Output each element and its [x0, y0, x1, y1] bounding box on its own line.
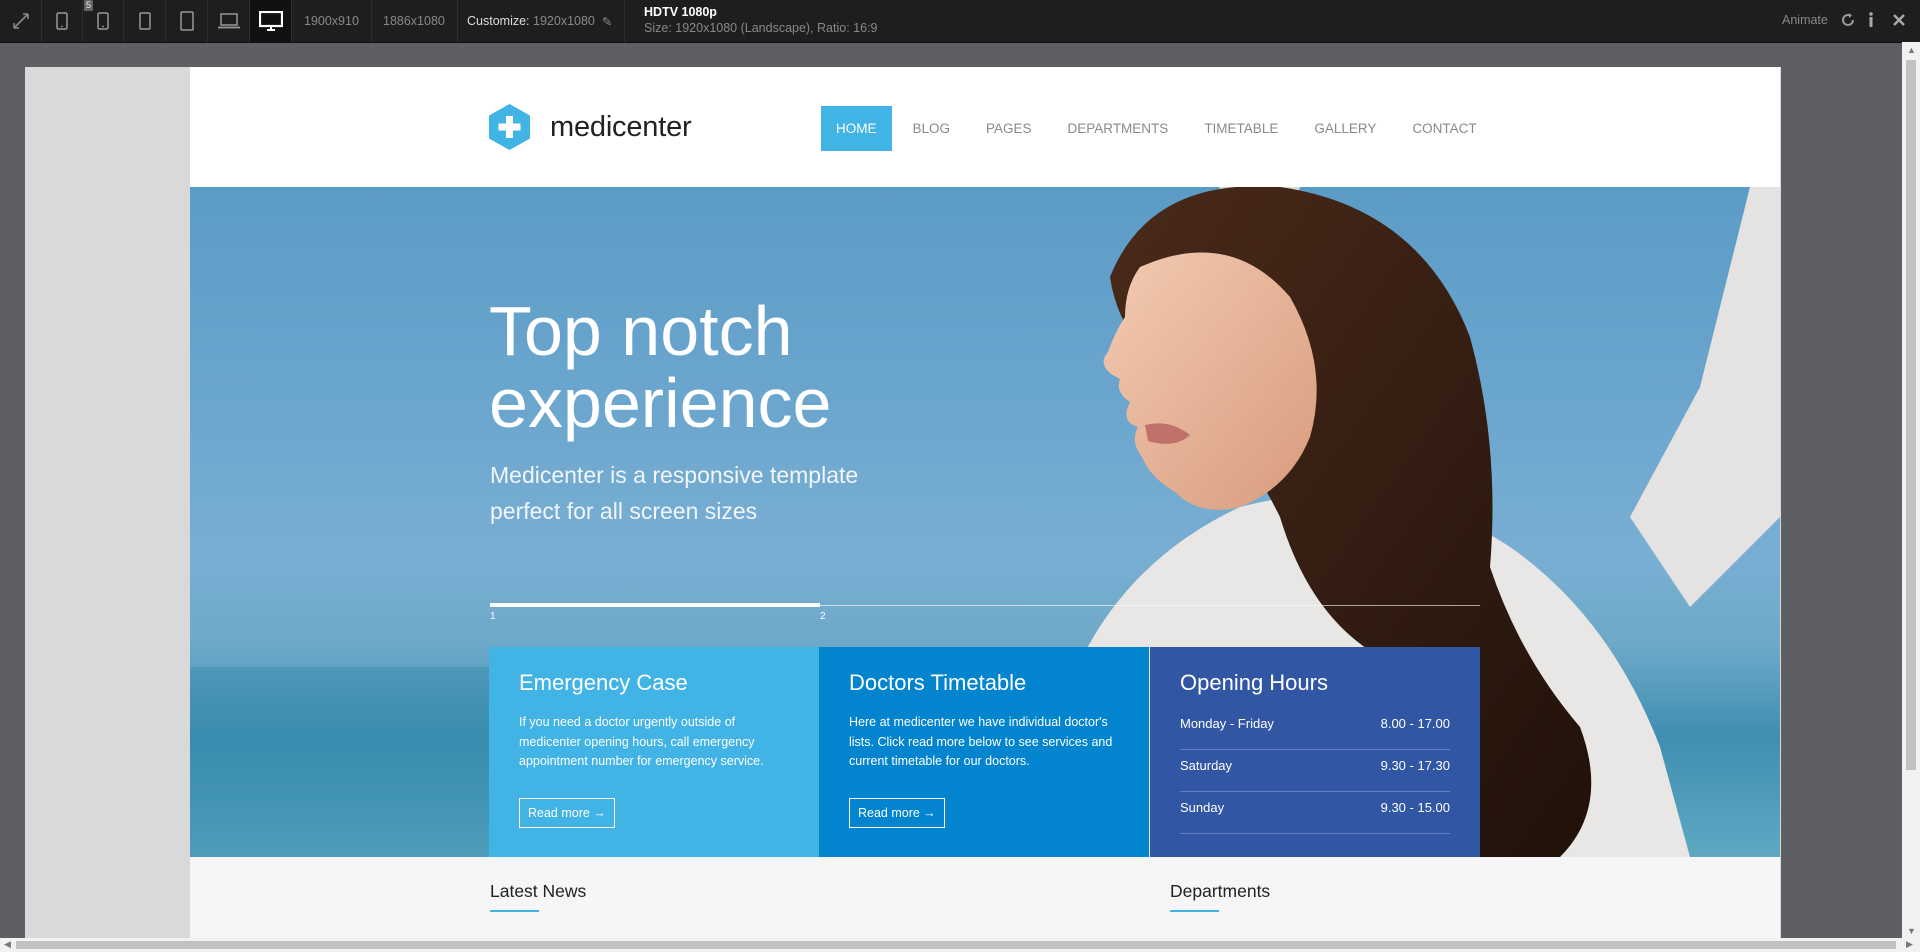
customize-size[interactable]: Customize: 1920x1080 ✎	[455, 0, 626, 42]
customize-label: Customize:	[467, 14, 530, 28]
device-viewport: medicenter HOME BLOG PAGES DEPARTMENTS T…	[25, 67, 1781, 938]
preset-1886x1080[interactable]: 1886x1080	[371, 0, 458, 42]
expand-icon	[12, 13, 29, 29]
heading-underline	[1170, 910, 1219, 912]
scroll-down-icon[interactable]: ▼	[1907, 926, 1916, 936]
hero-subtitle: Medicenter is a responsive template perf…	[490, 462, 859, 524]
hero-title: Top notch experience	[489, 292, 832, 442]
device-title: HDTV 1080p	[644, 5, 717, 19]
logo[interactable]: medicenter	[489, 104, 692, 150]
nav-blog[interactable]: BLOG	[898, 106, 966, 151]
device-phone-portrait-button[interactable]	[41, 0, 83, 42]
main-nav: HOME BLOG PAGES DEPARTMENTS TIMETABLE GA…	[821, 106, 1498, 151]
animate-toggle[interactable]: Animate	[1782, 13, 1828, 27]
logo-name: medicenter	[550, 110, 692, 143]
website: medicenter HOME BLOG PAGES DEPARTMENTS T…	[190, 67, 1780, 938]
hours-day: Saturday	[1180, 758, 1233, 773]
tablet-icon	[179, 11, 194, 31]
device-tablet-button[interactable]	[166, 0, 208, 42]
device-desktop-button[interactable]	[250, 0, 292, 42]
device-subtitle: Size: 1920x1080 (Landscape), Ratio: 16:9	[644, 21, 878, 35]
hours-day: Monday - Friday	[1180, 716, 1274, 731]
hero-slider: Top notch experience Medicenter is a res…	[190, 187, 1780, 857]
slider-progress	[490, 603, 820, 607]
laptop-icon	[217, 13, 240, 29]
hours-time: 8.00 - 17.00	[1380, 716, 1450, 731]
phone-icon	[96, 12, 109, 30]
nav-home[interactable]: HOME	[821, 106, 892, 151]
doctors-timetable-box: Doctors Timetable Here at medicenter we …	[819, 647, 1149, 857]
nav-pages[interactable]: PAGES	[971, 106, 1047, 151]
slide-1-indicator[interactable]: 1	[490, 611, 496, 622]
timetable-read-more-button[interactable]: Read more →	[849, 798, 945, 828]
device-laptop-button[interactable]	[208, 0, 250, 42]
customize-value: 1920x1080	[533, 14, 595, 28]
latest-news-heading: Latest News	[490, 881, 587, 901]
device-count-badge: 5	[84, 0, 94, 11]
fullscreen-button[interactable]	[0, 0, 42, 42]
nav-timetable[interactable]: TIMETABLE	[1189, 106, 1293, 151]
hours-time: 9.30 - 15.00	[1380, 800, 1450, 815]
nav-contact[interactable]: CONTACT	[1397, 106, 1491, 151]
medical-cross-hexagon-icon	[489, 104, 530, 150]
nav-departments[interactable]: DEPARTMENTS	[1053, 106, 1184, 151]
emergency-text: If you need a doctor urgently outside of…	[519, 715, 764, 768]
preset-1900x910[interactable]: 1900x910	[292, 0, 372, 42]
info-icon[interactable]	[1866, 12, 1876, 31]
scroll-left-icon[interactable]: ◀	[4, 939, 11, 950]
slide-2-indicator[interactable]: 2	[820, 611, 826, 622]
responsive-toolbar: 5 1900x910 1886x1080 Customize: 1920x108…	[0, 0, 1920, 43]
emergency-title: Emergency Case	[519, 670, 688, 695]
tablet-icon	[138, 12, 151, 30]
scroll-up-icon[interactable]: ▲	[1907, 45, 1916, 55]
hours-row: Saturday 9.30 - 17.30	[1180, 751, 1450, 792]
emergency-case-box: Emergency Case If you need a doctor urge…	[489, 647, 819, 857]
scroll-right-icon[interactable]: ▶	[1906, 939, 1913, 950]
emergency-read-more-button[interactable]: Read more →	[519, 798, 615, 828]
monitor-icon	[258, 11, 283, 31]
vertical-scrollbar[interactable]: ▲ ▼	[1902, 42, 1920, 938]
lower-section: Latest News Departments	[190, 857, 1780, 938]
horizontal-scrollbar[interactable]: ◀ ▶	[0, 938, 1920, 952]
hours-row: Sunday 9.30 - 15.00	[1180, 793, 1450, 834]
phone-icon	[55, 12, 68, 30]
heading-underline	[490, 910, 539, 912]
rotate-icon[interactable]	[1840, 12, 1856, 31]
horizontal-scroll-thumb[interactable]	[16, 941, 1896, 949]
hours-time: 9.30 - 17.30	[1380, 758, 1450, 773]
timetable-title: Doctors Timetable	[849, 670, 1027, 695]
device-small-tablet-button[interactable]	[124, 0, 166, 42]
opening-hours-list: Monday - Friday 8.00 - 17.00 Saturday 9.…	[1180, 709, 1450, 834]
departments-heading: Departments	[1170, 881, 1271, 901]
close-icon[interactable]	[1892, 12, 1906, 31]
hours-row: Monday - Friday 8.00 - 17.00	[1180, 709, 1450, 750]
nav-gallery[interactable]: GALLERY	[1299, 106, 1391, 151]
opening-hours-title: Opening Hours	[1180, 670, 1328, 695]
hours-day: Sunday	[1180, 800, 1225, 815]
pencil-icon: ✎	[601, 14, 613, 29]
opening-hours-box: Opening Hours Monday - Friday 8.00 - 17.…	[1150, 647, 1480, 857]
vertical-scroll-thumb[interactable]	[1906, 60, 1916, 770]
timetable-text: Here at medicenter we have individual do…	[849, 715, 1113, 768]
device-info: HDTV 1080p Size: 1920x1080 (Landscape), …	[644, 4, 878, 36]
